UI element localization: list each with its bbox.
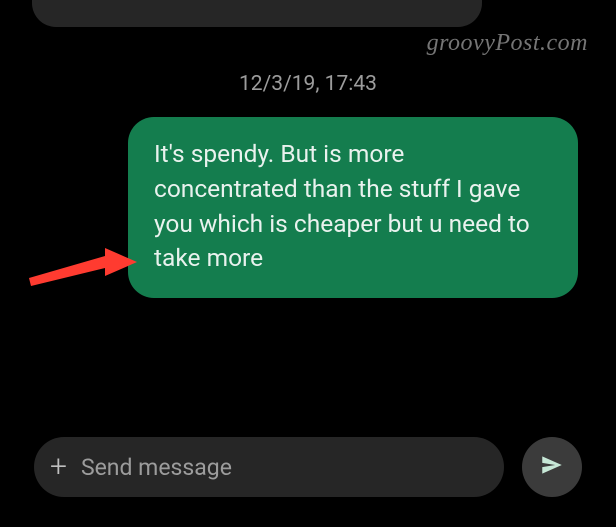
conversation-timestamp: 12/3/19, 17:43 xyxy=(0,72,616,96)
message-input-placeholder: Send message xyxy=(81,454,232,481)
send-icon xyxy=(539,452,565,482)
plus-icon[interactable]: + xyxy=(50,452,67,482)
watermark-text: groovyPost.com xyxy=(427,30,588,57)
annotation-arrow-icon xyxy=(29,248,137,290)
message-input[interactable]: + Send message xyxy=(34,437,504,497)
previous-incoming-bubble-fragment xyxy=(32,0,482,27)
outgoing-message-text: It's spendy. But is more concentrated th… xyxy=(154,139,530,272)
outgoing-message-bubble[interactable]: It's spendy. But is more concentrated th… xyxy=(128,117,578,298)
compose-bar: + Send message xyxy=(34,437,582,497)
send-button[interactable] xyxy=(522,437,582,497)
